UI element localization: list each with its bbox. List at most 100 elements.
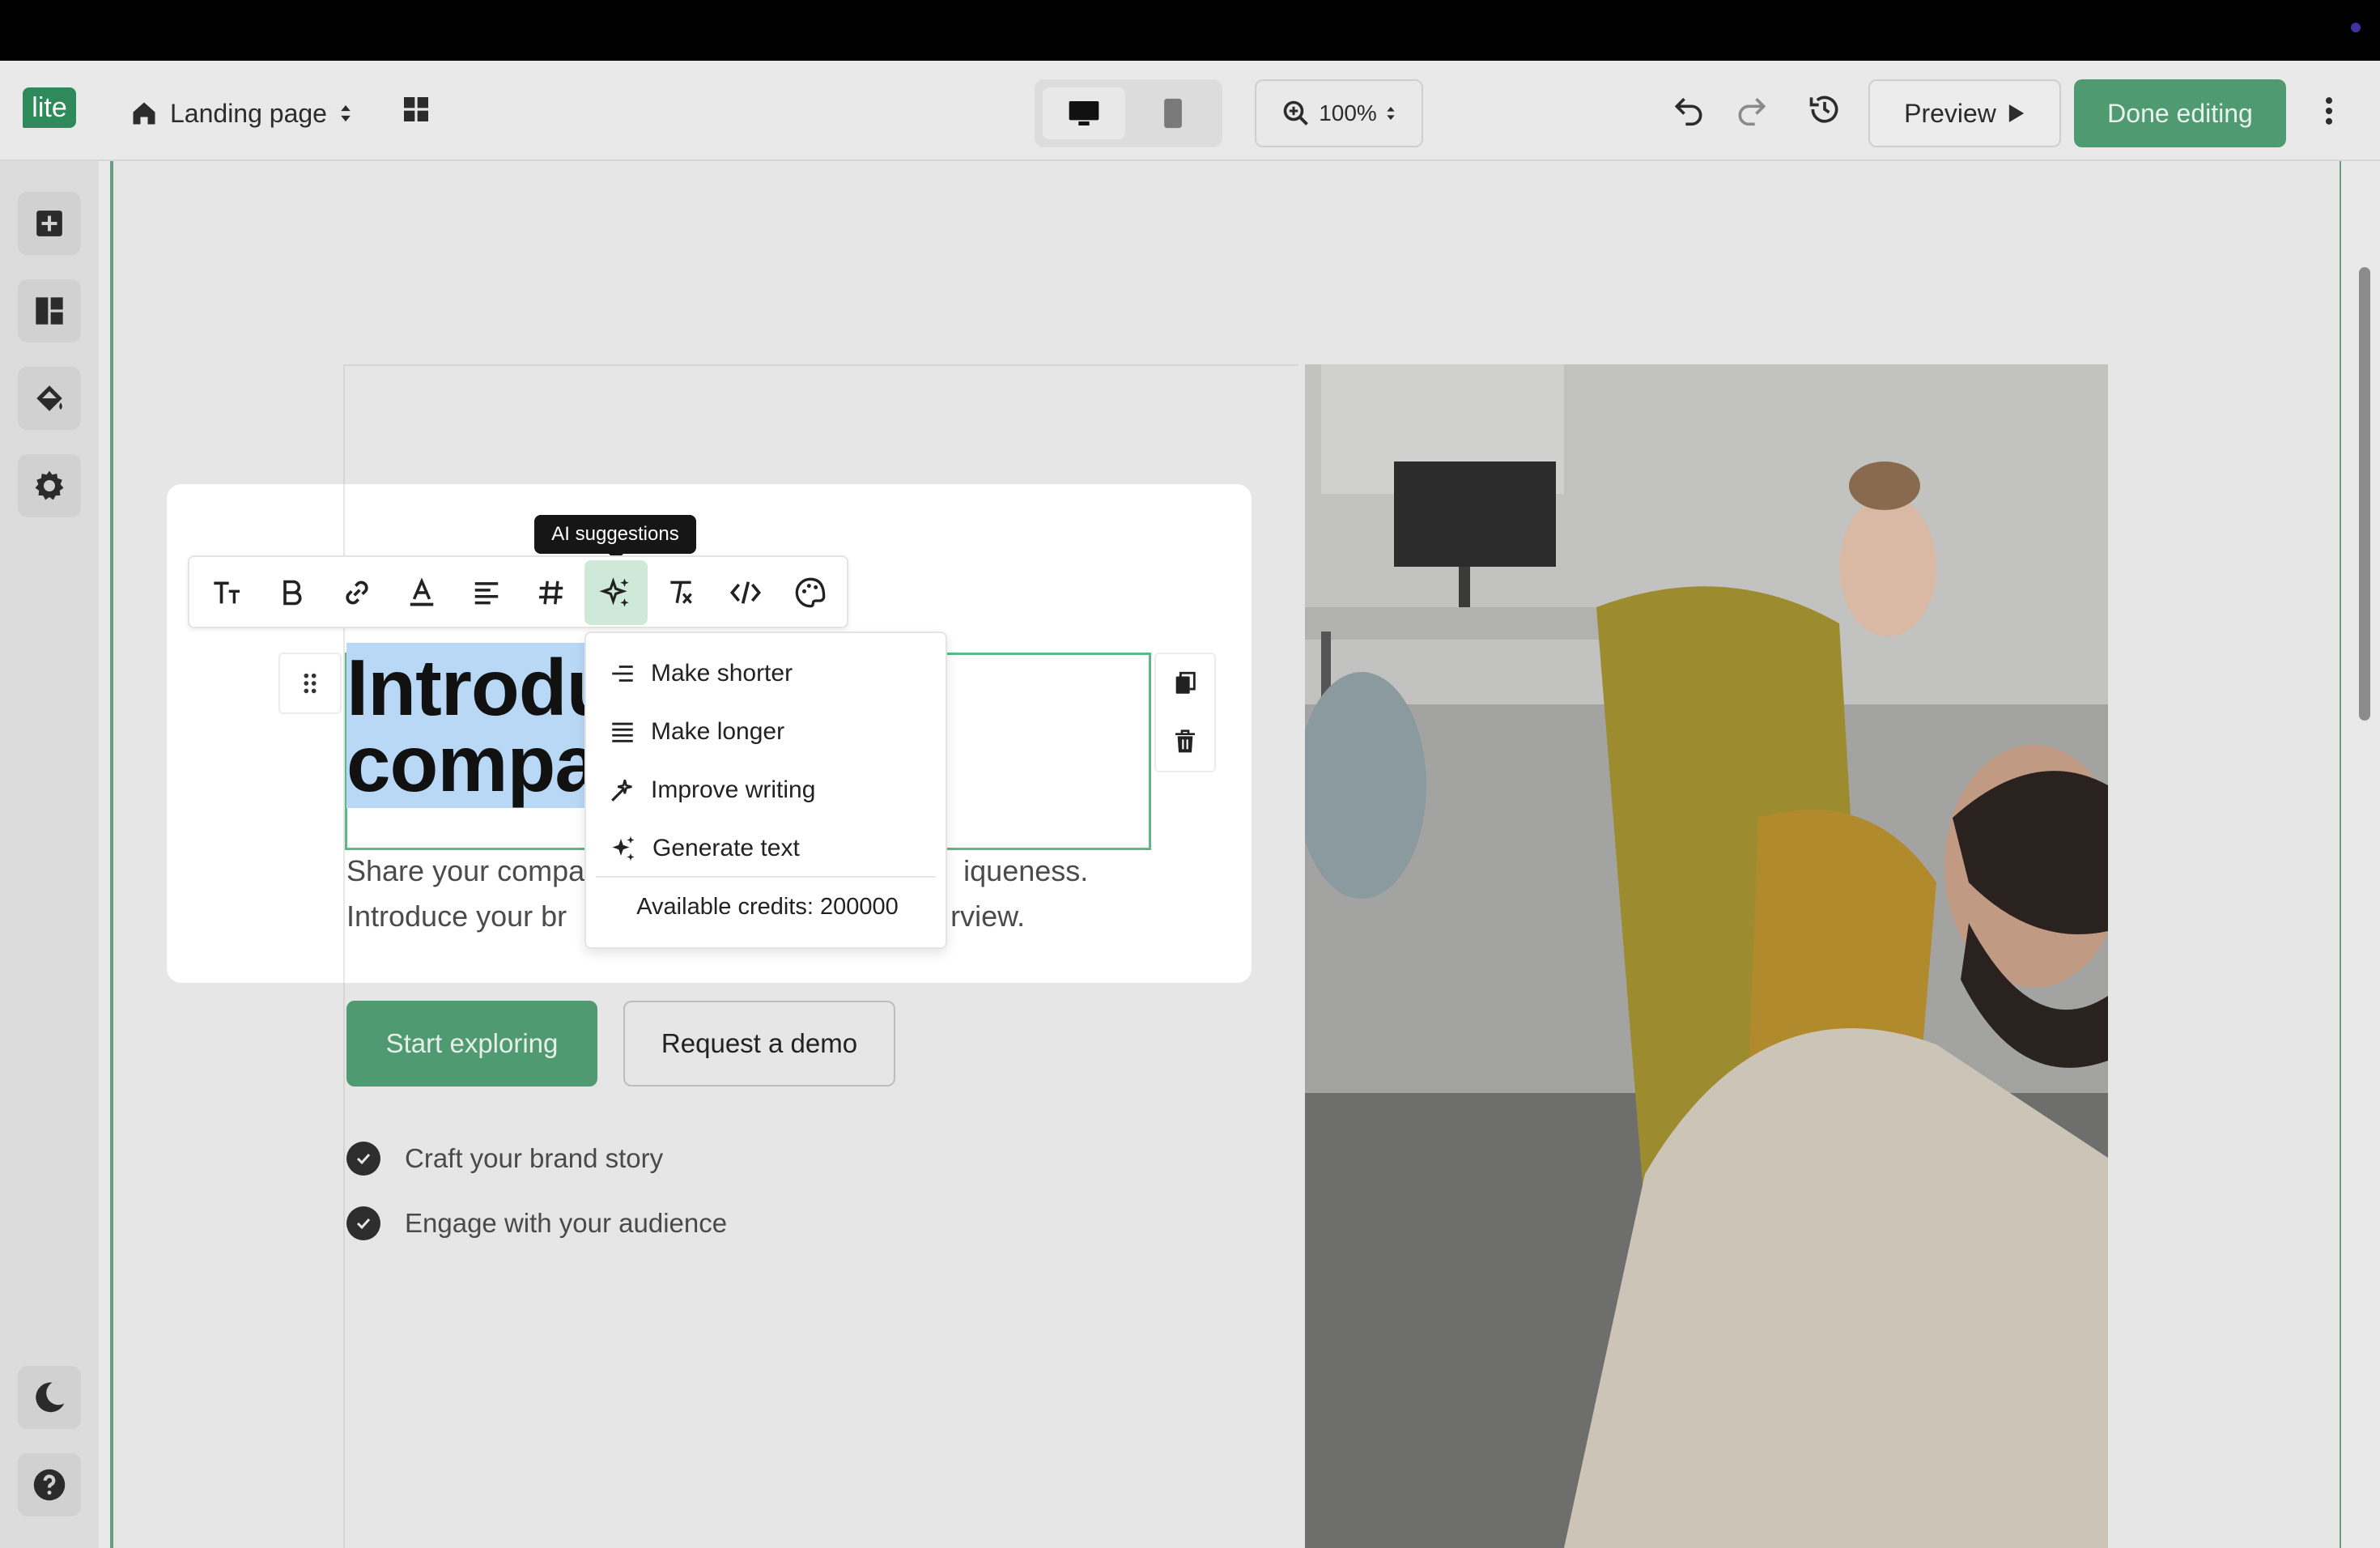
left-sidebar — [0, 161, 99, 1548]
short-lines-icon — [612, 666, 633, 682]
clear-format-icon — [670, 580, 692, 604]
zoom-selector[interactable]: 100% — [1255, 79, 1423, 147]
long-lines-icon — [612, 722, 633, 742]
ai-item-label: Make shorter — [651, 660, 793, 687]
plus-square-icon — [36, 211, 62, 236]
history-icon — [1809, 96, 1838, 123]
trash-icon — [1175, 729, 1195, 753]
canvas-scrollbar[interactable] — [2359, 267, 2370, 721]
zoom-in-icon — [1283, 100, 1309, 125]
help-button[interactable] — [18, 1453, 81, 1516]
magic-wand-icon — [611, 779, 632, 802]
link-icon — [346, 580, 368, 605]
page-name: Landing page — [170, 98, 327, 128]
ai-suggestions-tooltip: AI suggestions — [534, 515, 696, 561]
text-size-icon — [214, 581, 240, 604]
make-longer-item[interactable]: Make longer — [609, 709, 784, 755]
clear-format-button[interactable] — [649, 560, 712, 625]
sparkles-icon — [599, 577, 629, 607]
preview-label: Preview — [1904, 98, 1996, 128]
preview-button[interactable]: Preview — [1868, 79, 2061, 147]
status-dot — [2351, 23, 2361, 32]
description-line: Share your compa — [346, 854, 585, 887]
home-icon — [130, 99, 159, 128]
layout-button[interactable] — [18, 279, 81, 342]
dark-mode-button[interactable] — [18, 1366, 81, 1429]
block-actions — [1154, 653, 1216, 772]
check-circle-icon — [346, 1142, 380, 1176]
text-color-icon — [410, 577, 434, 606]
redo-button[interactable] — [1734, 91, 1770, 127]
mobile-view-button[interactable] — [1132, 87, 1214, 139]
ai-item-label: Make longer — [651, 718, 785, 745]
history-button[interactable] — [1807, 91, 1842, 127]
page-selector[interactable]: Landing page — [130, 90, 353, 137]
improve-writing-item[interactable]: Improve writing — [609, 768, 815, 813]
align-button[interactable] — [455, 560, 518, 625]
bold-icon — [283, 580, 302, 606]
dashboard-icon — [36, 297, 63, 325]
more-options-button[interactable] — [2318, 93, 2340, 129]
editor-toolbar: lite Landing page 100% Preview Done edit… — [0, 61, 2380, 161]
app-logo[interactable]: lite — [23, 87, 76, 128]
sparkles-icon — [612, 836, 635, 861]
ai-suggestions-menu: Make shorter Make longer Improve writing… — [584, 632, 947, 949]
style-button[interactable] — [779, 560, 842, 625]
code-button[interactable] — [714, 560, 777, 625]
undo-button[interactable] — [1671, 91, 1706, 127]
drag-dots-icon — [304, 673, 317, 694]
system-bar — [0, 0, 2380, 61]
start-exploring-button[interactable]: Start exploring — [346, 1001, 597, 1087]
settings-button[interactable] — [18, 454, 81, 517]
bold-button[interactable] — [261, 560, 324, 625]
sort-arrows-icon — [1387, 106, 1395, 121]
link-button[interactable] — [325, 560, 389, 625]
anchor-button[interactable] — [520, 560, 583, 625]
make-shorter-item[interactable]: Make shorter — [609, 651, 793, 696]
grid-icon — [404, 97, 428, 121]
ai-credits: Available credits: 200000 — [636, 894, 899, 920]
text-color-button[interactable] — [390, 560, 453, 625]
ai-item-label: Improve writing — [651, 776, 816, 803]
menu-divider — [596, 876, 936, 878]
feature-item: Craft your brand story — [346, 1142, 663, 1176]
block-drag-handle[interactable] — [278, 653, 342, 714]
feature-label: Engage with your audience — [405, 1208, 728, 1238]
play-icon — [2008, 104, 2025, 122]
heading-line: compa — [346, 719, 599, 808]
redo-icon — [1738, 97, 1766, 126]
hashtag-icon — [538, 580, 563, 605]
pages-grid-button[interactable] — [400, 93, 432, 125]
code-icon — [729, 581, 762, 604]
description-line: iqueness. — [963, 854, 1089, 887]
format-toolbar — [188, 555, 848, 628]
hero-image[interactable] — [1305, 364, 2108, 1548]
moon-icon — [36, 1382, 65, 1413]
gear-icon — [35, 470, 64, 500]
theme-button[interactable] — [18, 367, 81, 430]
kebab-icon — [2325, 97, 2333, 125]
copy-icon — [1175, 671, 1196, 694]
duplicate-button[interactable] — [1156, 654, 1214, 712]
add-block-button[interactable] — [18, 192, 81, 255]
paint-bucket-icon — [36, 385, 62, 411]
section-border-top — [343, 364, 1298, 366]
text-size-button[interactable] — [196, 560, 259, 625]
phone-icon — [1164, 98, 1182, 129]
ai-suggestions-button[interactable] — [584, 560, 648, 625]
monitor-icon — [1069, 101, 1099, 125]
undo-icon — [1674, 97, 1702, 126]
palette-icon — [795, 577, 826, 608]
check-circle-icon — [346, 1206, 380, 1240]
description-line: Introduce your br — [346, 899, 567, 933]
device-switcher — [1035, 79, 1222, 147]
feature-item: Engage with your audience — [346, 1206, 727, 1240]
request-demo-button[interactable]: Request a demo — [623, 1001, 895, 1087]
zoom-level: 100% — [1319, 100, 1377, 125]
delete-button[interactable] — [1156, 712, 1214, 771]
done-editing-button[interactable]: Done editing — [2074, 79, 2286, 147]
align-left-icon — [474, 582, 499, 605]
desktop-view-button[interactable] — [1043, 87, 1125, 139]
description-line: rview. — [950, 899, 1026, 933]
generate-text-item[interactable]: Generate text — [609, 826, 800, 871]
